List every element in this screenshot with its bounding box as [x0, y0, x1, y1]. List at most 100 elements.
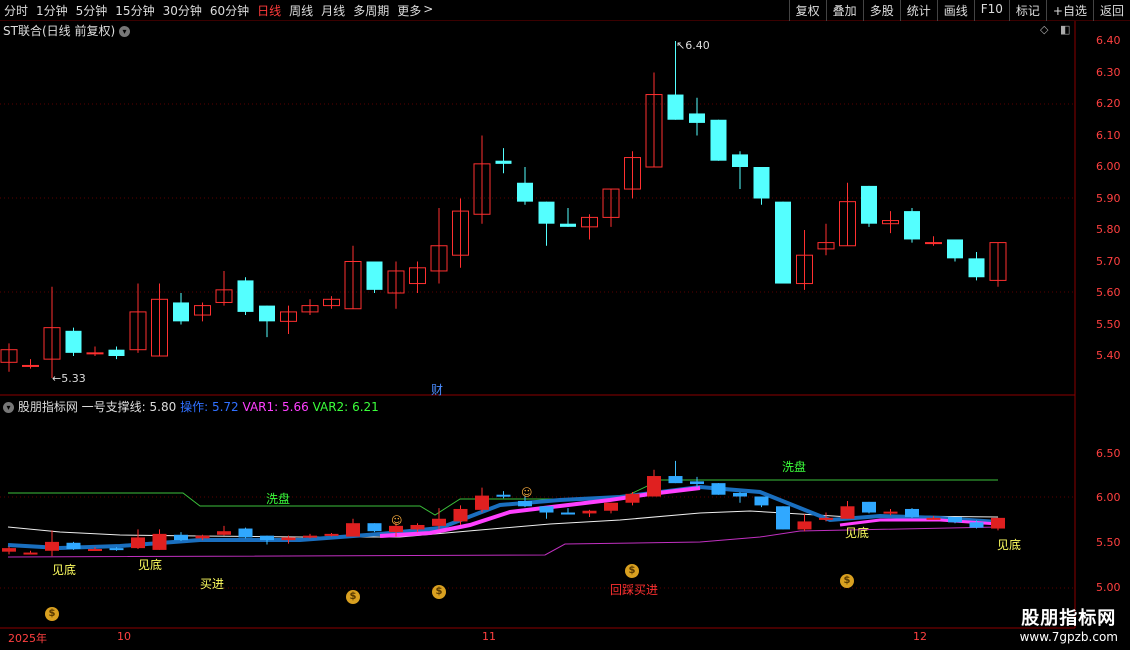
indicator-title-row: ▾ 股朋指标网 一号支撑线: 5.80 操作: 5.72 VAR1: 5.66 … — [3, 398, 379, 415]
money-bag-icon: $ — [840, 574, 854, 588]
candle-body — [517, 182, 533, 202]
candle-body — [560, 223, 576, 227]
ind-candle-body — [174, 534, 188, 541]
ind-candle-body — [819, 517, 833, 520]
ind-candle-body — [23, 552, 38, 555]
buy-label: 买进 — [200, 577, 225, 591]
ind-candle-body — [969, 522, 984, 528]
candle-body — [237, 280, 254, 312]
candle-body — [925, 242, 942, 245]
candle-body — [775, 201, 791, 284]
ind-y-label: 5.50 — [1096, 536, 1121, 549]
price-chart — [0, 21, 1076, 629]
ind-candle-body — [647, 476, 661, 497]
candle-body — [108, 349, 125, 356]
wash-label: 洗盘 — [266, 492, 291, 506]
op-value: 5.72 — [211, 400, 239, 414]
chevron-down-icon[interactable]: ▾ — [3, 402, 14, 413]
ind-candle-body — [303, 535, 317, 538]
indicator-name: 股朋指标网 — [17, 400, 78, 414]
date-label: 12 — [913, 630, 927, 643]
pullback-buy-label: 回踩买进 — [610, 583, 659, 597]
ind-candle-body — [2, 548, 16, 552]
main-y-label: 5.40 — [1096, 349, 1121, 362]
ind-candle-body — [776, 506, 790, 530]
ind-candle-body — [324, 533, 339, 536]
watermark: 股朋指标网 www.7gpzb.com — [1020, 604, 1118, 644]
wash-label: 洗盘 — [782, 460, 807, 474]
candle-body — [65, 330, 82, 353]
ind-candle-body — [948, 516, 962, 523]
ind-candle-body — [991, 517, 1005, 529]
support-line-value: 5.80 — [149, 400, 177, 414]
candle-body — [689, 113, 705, 123]
low-price-label: ←5.33 — [52, 372, 86, 385]
ind-candle-body — [733, 492, 747, 497]
ind-candle-body — [625, 493, 640, 503]
ind-candle-body — [217, 531, 231, 535]
high-price-label: ↖6.40 — [676, 39, 710, 52]
op-label: 操作: — [180, 400, 209, 414]
candle-body — [968, 258, 985, 278]
candle-body — [22, 364, 39, 367]
ind-candle-body — [195, 535, 210, 539]
ind-candle-body — [496, 494, 511, 497]
date-label: 10 — [117, 630, 131, 643]
main-y-label: 6.30 — [1096, 65, 1121, 79]
var1-label: VAR1: — [242, 400, 279, 414]
finance-marker[interactable]: 财 — [431, 381, 443, 398]
candle-body — [86, 352, 104, 355]
ind-candle-body — [131, 537, 145, 549]
ind-candle-body — [475, 495, 489, 510]
ind-y-label: 5.00 — [1096, 581, 1121, 594]
candle-body — [667, 94, 684, 120]
main-y-label: 6.00 — [1096, 160, 1121, 173]
ind-candle-body — [862, 501, 876, 513]
candle-body — [753, 167, 770, 199]
watermark-title: 股朋指标网 — [1021, 608, 1117, 629]
ind-candle-body — [754, 496, 769, 506]
candle-body — [947, 239, 963, 259]
ind-candle-body — [561, 512, 575, 515]
candle-body — [904, 211, 920, 240]
ind-candle-body — [604, 502, 618, 511]
main-y-label: 6.40 — [1096, 34, 1121, 47]
main-y-label: 5.60 — [1096, 286, 1121, 299]
person-icon: ☺ — [391, 514, 403, 527]
ind-candle-body — [432, 518, 446, 526]
ind-candle-body — [66, 542, 81, 550]
ind-candle-body — [238, 528, 253, 538]
bottom-label: 见底 — [845, 526, 870, 540]
ind-candle-body — [453, 508, 468, 522]
ind-candle-body — [840, 506, 855, 519]
ind-candle-body — [883, 511, 898, 514]
ind-candle-body — [109, 548, 124, 551]
candle-body — [710, 119, 727, 161]
candle-body — [732, 154, 748, 167]
ind-y-label: 6.00 — [1096, 491, 1121, 504]
ind-candle-body — [690, 481, 704, 485]
ind-candle-body — [346, 523, 360, 537]
main-y-label: 5.90 — [1096, 191, 1121, 205]
candle-body — [495, 160, 512, 164]
main-y-label: 6.20 — [1096, 97, 1121, 110]
ind-y-label: 6.50 — [1096, 447, 1121, 460]
candle-body — [259, 305, 275, 322]
ind-candle-body — [926, 517, 941, 520]
ind-candle-body — [88, 549, 102, 552]
ind-candle-body — [152, 533, 167, 550]
ind-candle-body — [797, 521, 812, 530]
ind-candle-body — [539, 506, 554, 513]
money-bag-icon: $ — [346, 590, 360, 604]
main-y-label: 5.70 — [1096, 254, 1121, 268]
ind-candle-body — [668, 476, 683, 484]
money-bag-icon: $ — [432, 585, 446, 599]
bottom-label: 见底 — [138, 558, 163, 572]
date-label: 11 — [482, 630, 496, 643]
candle-body — [861, 185, 877, 224]
var2-label: VAR2: — [312, 400, 349, 414]
support-line-label: 一号支撑线: — [81, 400, 146, 414]
money-bag-icon: $ — [625, 564, 639, 578]
ind-candle-body — [711, 483, 726, 495]
date-label: 2025年 — [8, 632, 47, 645]
